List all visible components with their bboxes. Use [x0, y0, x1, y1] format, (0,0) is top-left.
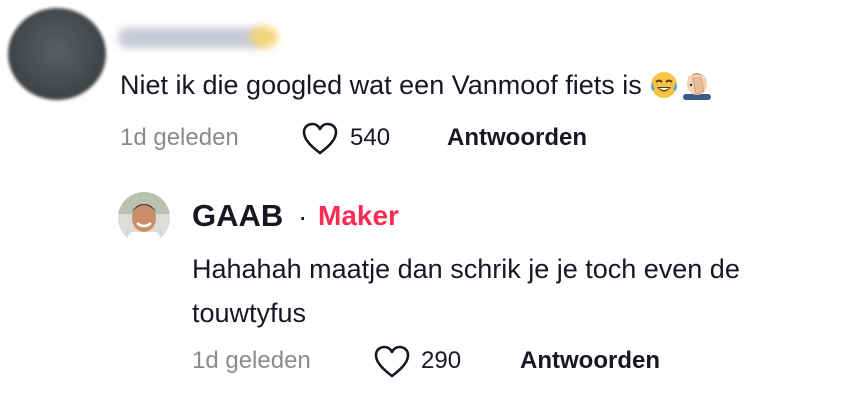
reply-button[interactable]: Antwoorden — [447, 124, 587, 152]
reply-like-count: 290 — [421, 347, 462, 374]
comment-timestamp: 1d geleden — [120, 124, 239, 151]
reply-author-name[interactable]: GAAB — [192, 198, 283, 234]
author-separator: · — [298, 201, 308, 232]
reply-button[interactable]: Antwoorden — [520, 347, 660, 375]
like-heart-icon[interactable] — [374, 345, 410, 379]
comment-text: Niet ik die googled wat een Vanmoof fiet… — [120, 66, 715, 110]
facepalm-icon — [679, 68, 715, 110]
face-with-tears-of-joy-icon — [649, 70, 679, 110]
comment-like-count: 540 — [350, 124, 391, 151]
comment-text-body: Niet ik die googled wat een Vanmoof fiet… — [120, 70, 642, 100]
commenter-username-blurred[interactable] — [118, 18, 283, 58]
reply-timestamp: 1d geleden — [192, 347, 311, 374]
gaab-avatar[interactable] — [118, 192, 170, 244]
maker-badge: Maker — [318, 200, 399, 231]
commenter-avatar[interactable] — [8, 8, 106, 100]
reply-text: Hahahah maatje dan schrik je je toch eve… — [192, 254, 740, 328]
like-heart-icon[interactable] — [302, 122, 338, 156]
